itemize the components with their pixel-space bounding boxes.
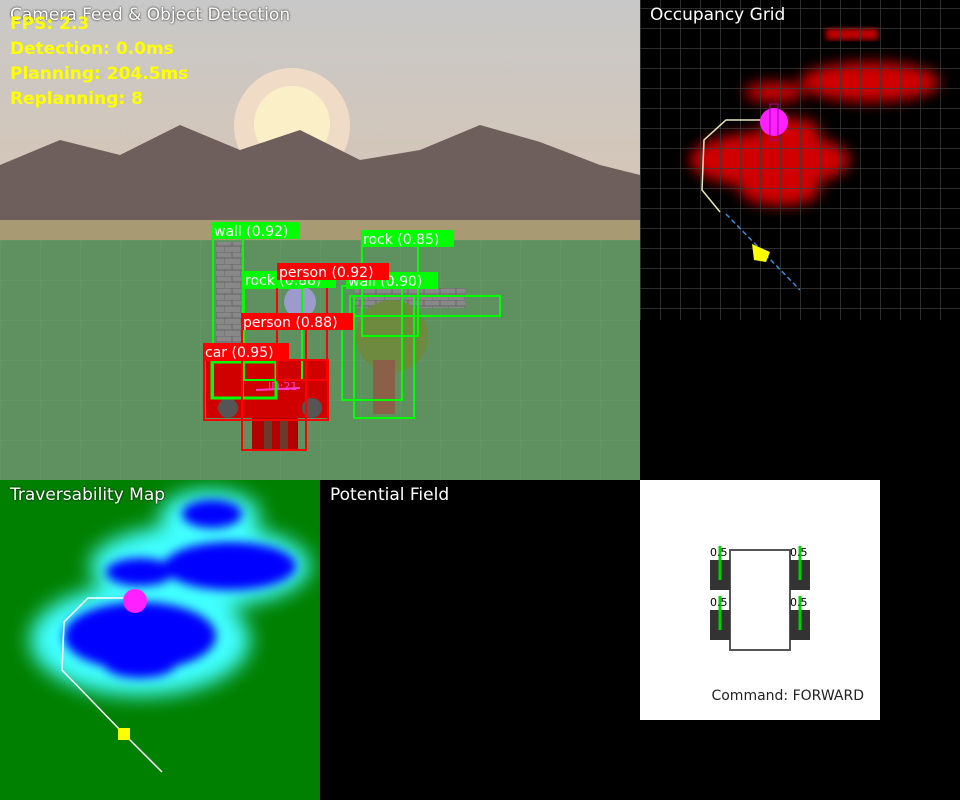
- svg-text:car (0.95): car (0.95): [205, 345, 274, 361]
- svg-text:wall (0.92): wall (0.92): [214, 224, 288, 240]
- planning-time-readout: Planning: 204.5ms: [10, 64, 189, 84]
- camera-panel: ID:21 wall (0.92) rock (0.85) rock (0.88…: [0, 0, 640, 480]
- robot-status-panel: 0.5 0.5 0.5 0.5 Command: FORWARD: [640, 480, 880, 720]
- detection-label: person (0.92): [277, 263, 389, 281]
- detection-label: person (0.88): [241, 313, 353, 331]
- command-text: Command: FORWARD: [711, 688, 864, 704]
- potential-field-panel: Potential Field: [320, 480, 640, 800]
- robot-diagram: 0.5 0.5 0.5 0.5 Command: FORWARD: [710, 546, 864, 704]
- replanning-count-readout: Replanning: 8: [10, 89, 143, 109]
- svg-text:person (0.92): person (0.92): [279, 265, 374, 281]
- robot-body: [729, 549, 791, 651]
- traversability-map: [0, 480, 320, 800]
- goal-marker: [760, 108, 788, 136]
- occupancy-grid-panel: Occupancy Grid: [640, 0, 960, 480]
- detection-time-readout: Detection: 0.0ms: [10, 39, 174, 59]
- svg-text:ID:21: ID:21: [268, 380, 297, 393]
- detection-label: wall (0.92): [212, 222, 300, 240]
- potential-field-title: Potential Field: [330, 485, 450, 505]
- svg-text:rock (0.85): rock (0.85): [363, 232, 439, 248]
- tree-trunk: [373, 360, 395, 414]
- wheel-value: 0.5: [710, 596, 728, 609]
- wheel-value: 0.5: [790, 596, 808, 609]
- svg-text:person (0.88): person (0.88): [243, 315, 338, 331]
- detection-label: car (0.95): [203, 343, 289, 361]
- horizon-sand: [0, 220, 640, 242]
- detection-label: rock (0.85): [361, 230, 454, 248]
- wheel-value: 0.5: [710, 546, 728, 559]
- traversability-title: Traversability Map: [10, 485, 166, 505]
- occupancy-grid-title: Occupancy Grid: [650, 5, 786, 25]
- occupancy-grid-map: [640, 0, 960, 320]
- traversability-panel: Traversability Map: [0, 480, 320, 800]
- goal-marker: [123, 589, 147, 613]
- fps-readout: FPS: 2.3: [10, 14, 90, 34]
- wheel-value: 0.5: [790, 546, 808, 559]
- robot-marker: [118, 728, 130, 740]
